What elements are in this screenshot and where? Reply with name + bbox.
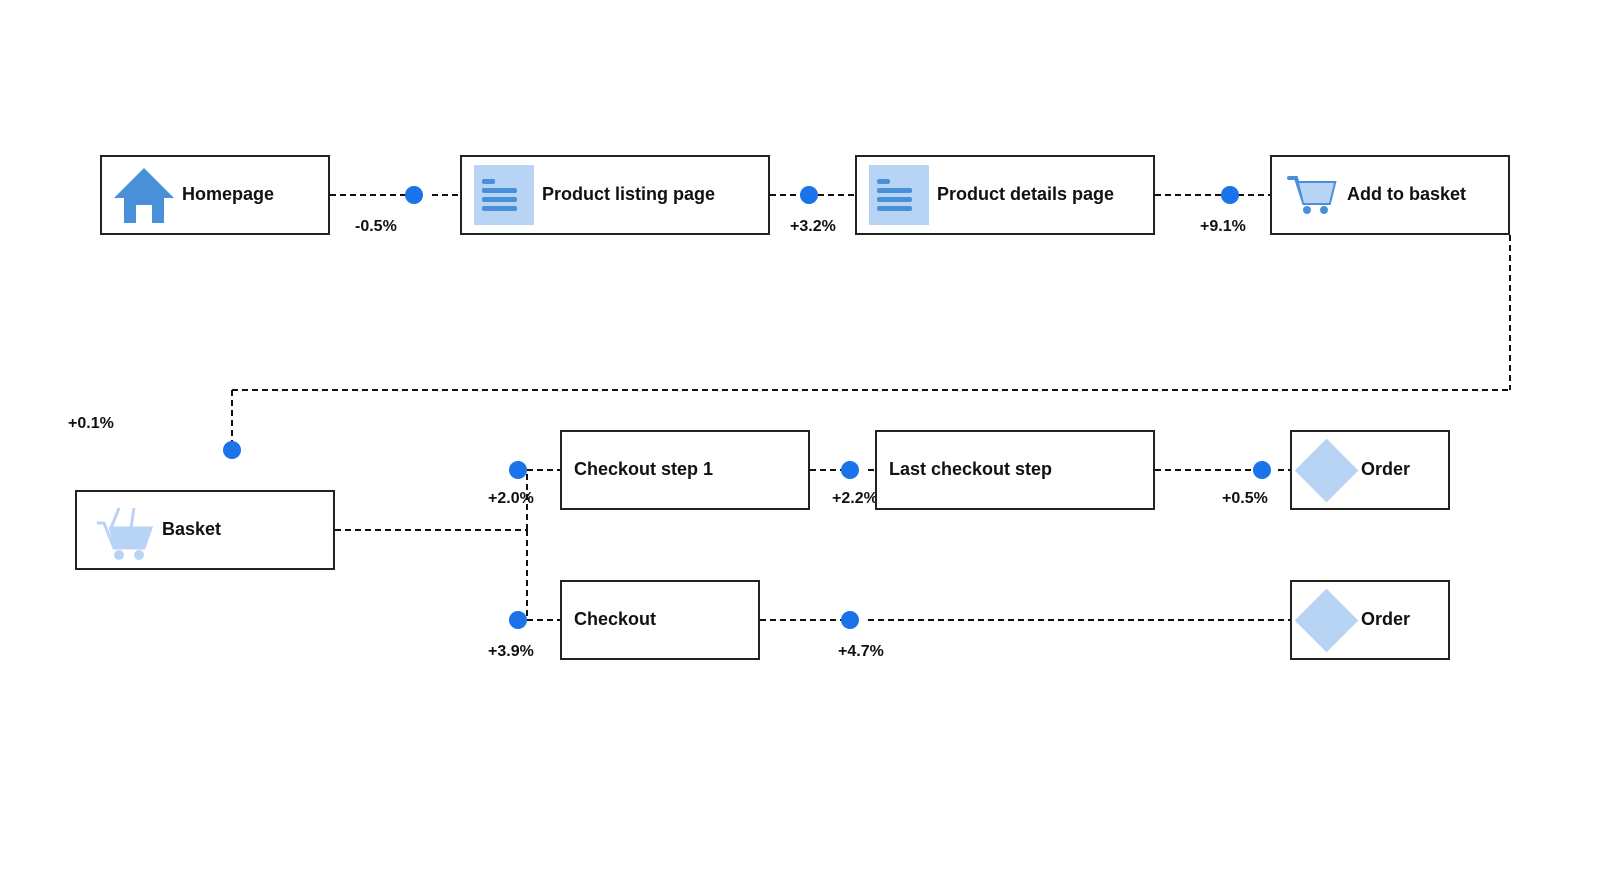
homepage-label: Homepage <box>182 184 274 206</box>
pct-pdp-to-atb: +9.1% <box>1200 218 1246 236</box>
order2-icon <box>1304 598 1349 643</box>
dot-c2 <box>509 611 527 629</box>
home-icon <box>114 163 174 228</box>
dot-basket-from-atb <box>223 441 241 459</box>
dot-pdp <box>800 186 818 204</box>
last-checkout-label: Last checkout step <box>889 459 1052 481</box>
pct-lcs-to-order1: +0.5% <box>1222 490 1268 508</box>
cart-icon <box>1284 168 1339 223</box>
dot-cs1 <box>509 461 527 479</box>
homepage-node: Homepage <box>100 155 330 235</box>
basket-node: Basket <box>75 490 335 570</box>
basket-label: Basket <box>162 519 221 541</box>
order1-label: Order <box>1361 459 1410 481</box>
pct-hp-to-plp: -0.5% <box>355 218 397 236</box>
pct-basket-to-cs1: +2.0% <box>488 490 534 508</box>
checkout2-node: Checkout <box>560 580 760 660</box>
last-checkout-node: Last checkout step <box>875 430 1155 510</box>
order2-node: Order <box>1290 580 1450 660</box>
product-details-icon <box>869 165 929 225</box>
add-to-basket-node: Add to basket <box>1270 155 1510 235</box>
product-listing-label: Product listing page <box>542 184 715 206</box>
checkout-step1-node: Checkout step 1 <box>560 430 810 510</box>
dot-atb <box>1221 186 1239 204</box>
basket-icon <box>89 498 154 563</box>
list-icon <box>474 165 534 225</box>
dot-order2 <box>841 611 859 629</box>
dot-plp <box>405 186 423 204</box>
pct-plp-to-pdp: +3.2% <box>790 218 836 236</box>
dot-lcs <box>841 461 859 479</box>
order2-label: Order <box>1361 609 1410 631</box>
pct-c2-to-order2: +4.7% <box>838 643 884 661</box>
add-to-basket-label: Add to basket <box>1347 184 1466 206</box>
diagram-container: Homepage Product listing page Product de… <box>0 0 1601 874</box>
pct-basket-to-c2: +3.9% <box>488 643 534 661</box>
product-details-label: Product details page <box>937 184 1114 206</box>
product-listing-node: Product listing page <box>460 155 770 235</box>
order1-icon <box>1304 448 1349 493</box>
order1-node: Order <box>1290 430 1450 510</box>
pct-atb-to-basket: +0.1% <box>68 415 114 433</box>
dot-order1 <box>1253 461 1271 479</box>
checkout-step1-label: Checkout step 1 <box>574 459 713 481</box>
checkout2-label: Checkout <box>574 609 656 631</box>
product-details-node: Product details page <box>855 155 1155 235</box>
pct-cs1-to-lcs: +2.2% <box>832 490 878 508</box>
